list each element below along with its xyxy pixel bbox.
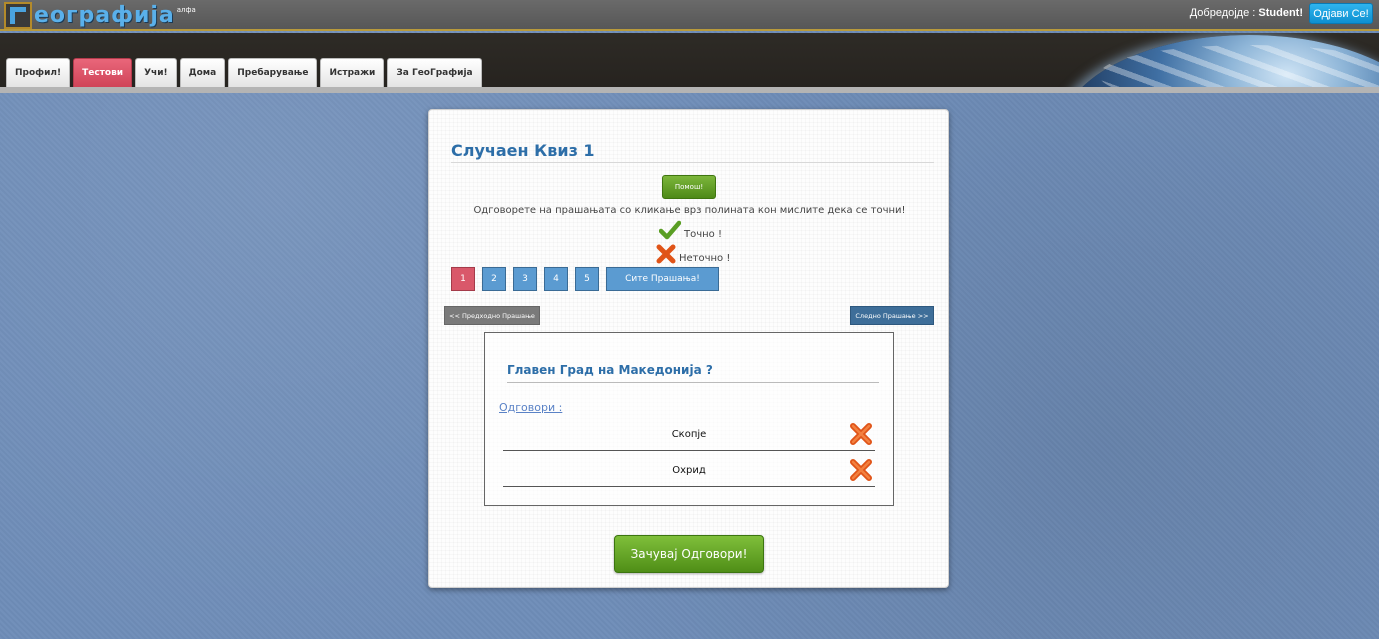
top-bar: еографија алфа Добредојде : Student! Одј… [0,0,1379,31]
answer-option[interactable]: Охрид [503,451,875,487]
x-icon[interactable] [849,422,873,446]
question-number-4[interactable]: 4 [544,267,568,291]
tab-search[interactable]: Пребарување [228,58,318,87]
legend-correct: Точно ! [659,220,722,240]
welcome-message: Добредојде : Student! [1190,7,1303,19]
legend-wrong-label: Неточно ! [679,253,731,264]
username: Student! [1258,7,1303,19]
question-number-3[interactable]: 3 [513,267,537,291]
answer-text: Охрид [672,465,706,476]
answer-text: Скопје [671,429,707,440]
main-nav-tabs: Профил! Тестови Учи! Дома Пребарување Ис… [6,58,482,87]
x-icon[interactable] [849,458,873,482]
earth-image [1059,35,1379,88]
help-button[interactable]: Помош! [662,175,716,199]
legend-correct-label: Точно ! [684,229,722,240]
x-icon [656,244,676,264]
header-divider [0,87,1379,93]
all-questions-button[interactable]: Сите Прашања! [606,267,719,291]
welcome-prefix: Добредојде : [1189,7,1259,19]
question-number-1[interactable]: 1 [451,267,475,291]
answers-label: Одговори : [499,401,563,414]
question-card: Главен Град на Македонија ? Одговори : С… [484,332,894,506]
save-answers-button[interactable]: Зачувај Одговори! [614,535,764,573]
answer-option[interactable]: Скопје [503,415,875,451]
quiz-title: Случаен Квиз 1 [451,141,934,163]
tab-home[interactable]: Дома [179,58,226,87]
tab-tests[interactable]: Тестови [73,58,133,87]
tab-explore[interactable]: Истражи [320,58,385,87]
next-question-button[interactable]: Следно Прашање >> [850,306,934,325]
tab-profile[interactable]: Профил! [6,58,71,87]
question-navigation: 1 2 3 4 5 Сите Прашања! [451,267,719,291]
quiz-panel: Случаен Квиз 1 Помош! Одговорете на праш… [428,109,949,588]
logout-button[interactable]: Одјави Се! [1309,3,1373,24]
tab-about[interactable]: За ГеоГрафија [387,58,482,87]
app-logo[interactable]: еографија алфа [4,2,196,30]
previous-question-button[interactable]: << Предходно Прашање [444,306,540,325]
tab-learn[interactable]: Учи! [135,58,177,87]
question-number-2[interactable]: 2 [482,267,506,291]
question-number-5[interactable]: 5 [575,267,599,291]
logo-text: еографија [34,3,175,28]
quiz-instructions: Одговорете на прашањата со кликање врз п… [473,205,906,216]
question-text: Главен Град на Македонија ? [507,363,879,383]
checkmark-icon [659,220,681,240]
logo-superscript: алфа [176,6,196,14]
logo-g-icon [4,2,32,29]
legend-wrong: Неточно ! [656,244,730,264]
